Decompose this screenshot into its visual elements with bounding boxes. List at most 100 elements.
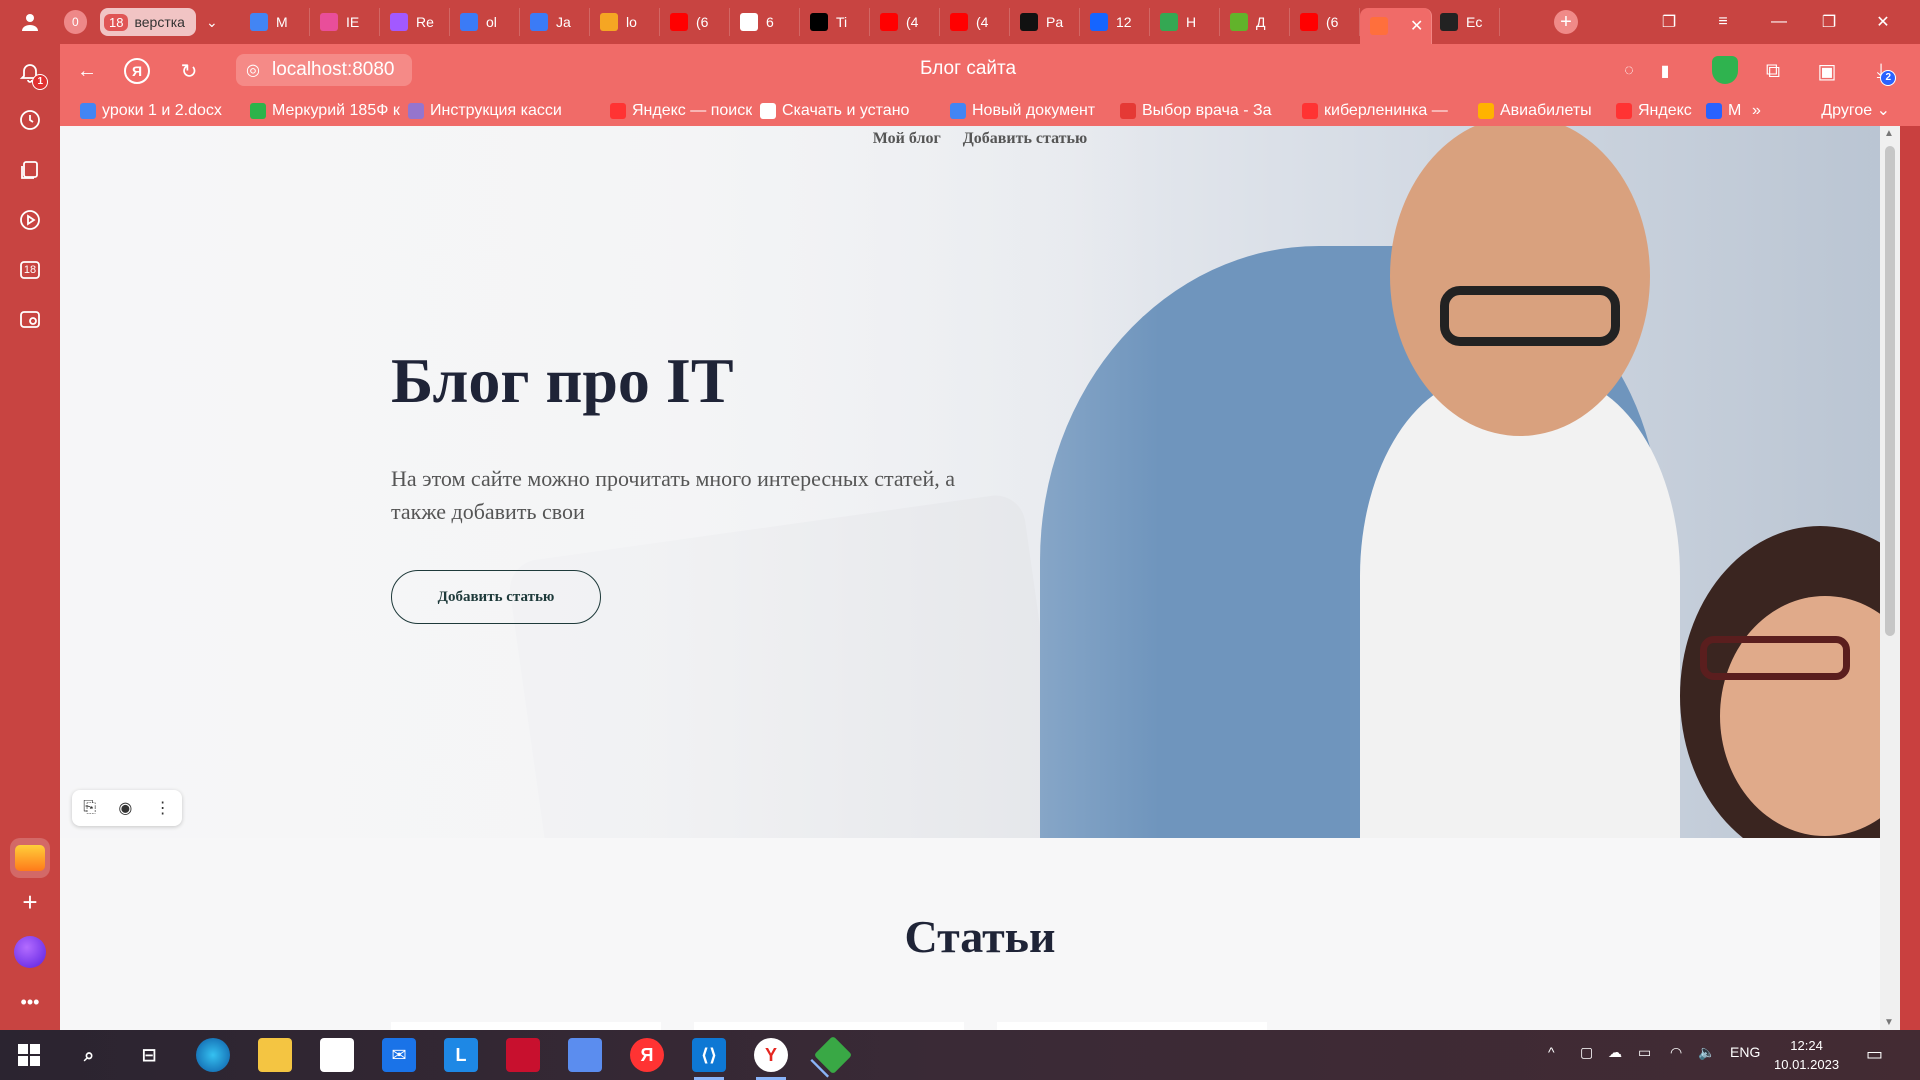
bookmark-item[interactable]: Яндекс xyxy=(1616,100,1692,122)
yandex-icon[interactable]: Я xyxy=(630,1038,664,1072)
scroll-thumb[interactable] xyxy=(1885,146,1895,636)
search-icon[interactable]: ⌕ xyxy=(72,1038,106,1072)
browser-tab[interactable]: IE xyxy=(310,8,380,36)
screenshot-icon[interactable] xyxy=(14,304,46,336)
minimize-button[interactable]: — xyxy=(1766,10,1792,34)
alice-assistant-icon[interactable] xyxy=(14,936,46,968)
browser-tab[interactable]: (4 xyxy=(940,8,1010,36)
back-button[interactable]: ← xyxy=(74,58,100,84)
start-button[interactable] xyxy=(12,1038,46,1072)
notifications-icon[interactable]: 1 xyxy=(14,56,48,90)
onedrive-icon[interactable]: ☁ xyxy=(1608,1044,1622,1061)
browser-tab[interactable]: M xyxy=(240,8,310,36)
bookmarks-other-folder[interactable]: Другое ⌄ xyxy=(1821,100,1890,120)
bookmarks-overflow-icon[interactable]: » xyxy=(1752,100,1761,122)
history-icon[interactable] xyxy=(14,104,46,136)
tray-meet-icon[interactable]: ▢ xyxy=(1580,1044,1593,1061)
l-app-icon[interactable]: L xyxy=(444,1038,478,1072)
scroll-down-icon[interactable]: ▼ xyxy=(1884,1017,1894,1028)
article-card[interactable] xyxy=(391,1022,661,1030)
protect-shield-icon[interactable] xyxy=(1712,56,1738,84)
notifications-center-icon[interactable]: ▭ xyxy=(1866,1044,1883,1065)
collections-icon[interactable] xyxy=(14,154,46,186)
bookmark-item[interactable]: Авиабилеты xyxy=(1478,100,1592,122)
clock[interactable]: 12:24 10.01.2023 xyxy=(1774,1036,1839,1074)
close-tab-icon[interactable]: ✕ xyxy=(1410,16,1423,36)
store-icon[interactable] xyxy=(320,1038,354,1072)
browser-tab[interactable]: Д xyxy=(1220,8,1290,36)
comments-icon[interactable]: ◌ xyxy=(1616,58,1642,84)
browser-tab[interactable]: H xyxy=(1150,8,1220,36)
save-bookmark-icon[interactable]: ⎘ xyxy=(83,799,96,817)
new-tab-button[interactable]: + xyxy=(1554,10,1578,34)
video-icon[interactable] xyxy=(14,204,46,236)
article-card[interactable] xyxy=(694,1022,964,1030)
camera-icon[interactable]: ◉ xyxy=(118,798,132,818)
tab-group-icon[interactable]: 18 xyxy=(14,254,46,286)
bookmark-item[interactable]: Яндекс — поиск xyxy=(610,100,752,122)
profile-icon[interactable] xyxy=(14,6,46,38)
bookmark-item[interactable]: киберленинка — xyxy=(1302,100,1448,122)
bookmark-icon[interactable]: ▮ xyxy=(1652,58,1678,84)
tab-group-chip[interactable]: 18 верстка xyxy=(100,8,196,36)
browser-tab[interactable]: Re xyxy=(380,8,450,36)
nav-add-article[interactable]: Добавить статью xyxy=(963,130,1087,148)
browser-tab[interactable]: 6 xyxy=(730,8,800,36)
browser-tab[interactable]: Ja xyxy=(520,8,590,36)
bookmark-item[interactable]: Скачать и устано xyxy=(760,100,909,122)
volume-icon[interactable]: 🔈 xyxy=(1698,1044,1715,1061)
mail-app-icon[interactable] xyxy=(10,838,50,878)
battery-icon[interactable]: ▭ xyxy=(1638,1044,1651,1061)
more-options-icon[interactable]: ⋮ xyxy=(155,798,171,818)
vscode-icon[interactable]: ⟨⟩ xyxy=(692,1038,726,1080)
mail-icon[interactable]: ✉ xyxy=(382,1038,416,1072)
git-icon[interactable] xyxy=(813,1035,853,1075)
scroll-up-icon[interactable]: ▲ xyxy=(1884,128,1894,139)
active-tab[interactable]: ✕ xyxy=(1360,8,1432,44)
browser-tab[interactable]: (6 xyxy=(660,8,730,36)
language-indicator[interactable]: ENG xyxy=(1730,1044,1760,1060)
file-explorer-icon[interactable] xyxy=(258,1038,292,1072)
bookmark-item[interactable]: Новый документ xyxy=(950,100,1095,122)
nav-my-blog[interactable]: Мой блог xyxy=(873,130,941,148)
browser-tab[interactable]: Ec xyxy=(1430,8,1500,36)
browser-tab[interactable]: 12 xyxy=(1080,8,1150,36)
tab-list-icon[interactable]: ❐ xyxy=(1656,10,1682,34)
restore-button[interactable]: ❐ xyxy=(1816,10,1842,34)
bookmark-item[interactable]: уроки 1 и 2.docx xyxy=(80,100,222,122)
url-text[interactable]: localhost:8080 xyxy=(272,59,395,81)
yandex-browser-icon[interactable]: Y xyxy=(754,1038,788,1080)
tab-counter-badge[interactable]: 0 xyxy=(64,10,87,34)
yandex-home-icon[interactable]: Я xyxy=(124,58,150,84)
page-scrollbar[interactable]: ▲ ▼ xyxy=(1880,126,1900,1030)
mcafee-icon[interactable] xyxy=(506,1038,540,1072)
translate-icon[interactable]: ⧉ xyxy=(1760,58,1786,84)
bookmark-item[interactable]: Инструкция касси xyxy=(408,100,562,122)
browser-tab[interactable]: Pa xyxy=(1010,8,1080,36)
bookmark-item[interactable]: М xyxy=(1706,100,1741,122)
browser-tab[interactable]: (6 xyxy=(1290,8,1360,36)
browser-tab[interactable]: Ti xyxy=(800,8,870,36)
add-sidebar-item-icon[interactable]: + xyxy=(14,886,46,918)
address-field[interactable]: ◎ localhost:8080 xyxy=(236,54,412,86)
browser-tab[interactable]: ol xyxy=(450,8,520,36)
extension-icon[interactable]: ▣ xyxy=(1814,58,1840,84)
downloads-icon[interactable]: ⤓ 2 xyxy=(1868,58,1896,86)
task-view-icon[interactable]: ⊟ xyxy=(132,1038,166,1072)
browser-tab[interactable]: lo xyxy=(590,8,660,36)
bookmark-item[interactable]: Выбор врача - За xyxy=(1120,100,1272,122)
tab-group-chevron-icon[interactable]: ⌄ xyxy=(196,8,220,36)
close-window-button[interactable]: ✕ xyxy=(1870,10,1896,34)
network-app-icon[interactable] xyxy=(568,1038,602,1072)
bookmark-item[interactable]: Меркурий 185Ф к xyxy=(250,100,400,122)
add-article-button[interactable]: Добавить статью xyxy=(391,570,601,624)
browser-tab[interactable]: (4 xyxy=(870,8,940,36)
wifi-icon[interactable]: ◠ xyxy=(1670,1044,1682,1061)
edge-icon[interactable] xyxy=(196,1038,230,1072)
article-card[interactable] xyxy=(997,1022,1267,1030)
tray-overflow-icon[interactable]: ^ xyxy=(1548,1044,1555,1060)
reload-button[interactable]: ↻ xyxy=(176,58,202,84)
menu-icon[interactable]: ≡ xyxy=(1710,10,1736,34)
more-icon[interactable]: ••• xyxy=(14,986,46,1018)
site-info-icon[interactable]: ◎ xyxy=(246,60,260,80)
